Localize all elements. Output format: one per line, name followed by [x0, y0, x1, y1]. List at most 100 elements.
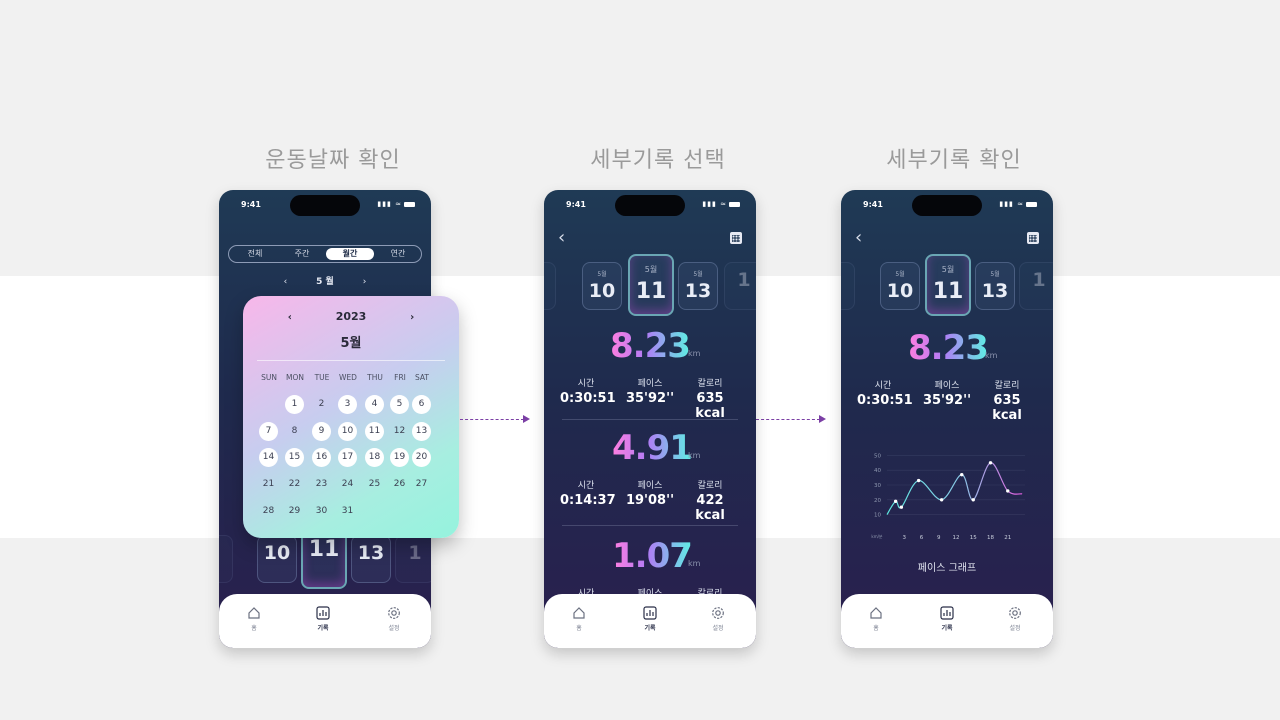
- calendar-icon[interactable]: [1027, 232, 1039, 244]
- calendar-day[interactable]: 9: [312, 422, 331, 441]
- calendar-day[interactable]: 29: [285, 502, 304, 521]
- pace-chart: 10 20 30 40 50 km/분 3 6 9 12 15 18 21: [871, 453, 1025, 541]
- calendar-day[interactable]: 6: [412, 395, 431, 414]
- date-card[interactable]: 1: [724, 262, 756, 310]
- date-card[interactable]: 5월 13: [678, 262, 718, 310]
- period-segmented-control: 전체 주간 월간 연간: [228, 245, 422, 263]
- x-tick-label: 6: [920, 535, 924, 541]
- stat-calories: 칼로리 635 kcal: [695, 379, 725, 421]
- chart-icon: [316, 606, 330, 620]
- segment-weekly[interactable]: 주간: [278, 248, 326, 260]
- y-tick-label: 30: [874, 483, 881, 489]
- calendar-day[interactable]: 5: [390, 395, 409, 414]
- year-label: 2023: [335, 310, 367, 323]
- gear-icon: [388, 607, 400, 619]
- next-month-button[interactable]: ›: [363, 277, 367, 287]
- back-chevron-icon[interactable]: ‹: [855, 229, 869, 247]
- section-title-3: 세부기록 확인: [886, 148, 1022, 173]
- nav-home[interactable]: 홈: [234, 606, 274, 632]
- calendar-day[interactable]: 19: [390, 448, 409, 467]
- record-distance[interactable]: 4.91: [612, 428, 693, 468]
- nav-settings[interactable]: 설정: [374, 606, 414, 632]
- stat-pace: 페이스 35'92'': [625, 379, 675, 406]
- divider: [562, 525, 738, 526]
- back-chevron-icon[interactable]: ‹: [558, 229, 572, 247]
- calendar-month-label: 5월: [340, 336, 362, 351]
- calendar-day[interactable]: 4: [365, 395, 384, 414]
- nav-record[interactable]: 기록: [630, 606, 670, 632]
- calendar-day[interactable]: 2: [312, 395, 331, 414]
- date-card[interactable]: 5월 10: [582, 262, 622, 310]
- pace-data-point: [916, 478, 921, 483]
- nav-home[interactable]: 홈: [559, 606, 599, 632]
- calendar-day[interactable]: 10: [338, 422, 357, 441]
- calendar-day[interactable]: 17: [338, 448, 357, 467]
- nav-record[interactable]: 기록: [303, 606, 343, 632]
- segment-all[interactable]: 전체: [231, 248, 279, 260]
- calendar-day[interactable]: 11: [365, 422, 384, 441]
- current-month-label: 5 월: [316, 277, 334, 287]
- date-card[interactable]: 1: [1019, 262, 1053, 310]
- calendar-day[interactable]: 7: [259, 422, 278, 441]
- gear-icon: [1009, 607, 1021, 619]
- pace-data-point: [960, 472, 964, 477]
- calendar-day[interactable]: 21: [259, 475, 278, 494]
- calendar-day[interactable]: 31: [338, 502, 357, 521]
- calendar-day[interactable]: 23: [312, 475, 331, 494]
- home-icon: [870, 607, 882, 619]
- calendar-day[interactable]: 1: [285, 395, 304, 414]
- y-tick-label: 50: [874, 453, 881, 459]
- calendar-icon[interactable]: [730, 232, 742, 244]
- calendar-day[interactable]: 13: [412, 422, 431, 441]
- flow-arrow-head: [523, 415, 530, 423]
- calendar-day[interactable]: 8: [285, 422, 304, 441]
- calendar-day[interactable]: 25: [365, 475, 384, 494]
- date-card[interactable]: 10: [257, 535, 297, 583]
- calendar-day[interactable]: 24: [338, 475, 357, 494]
- pace-data-point: [939, 498, 944, 502]
- next-year-button[interactable]: ›: [410, 312, 414, 323]
- x-tick-label: 12: [953, 535, 960, 541]
- calendar-day[interactable]: 18: [365, 448, 384, 467]
- date-card[interactable]: 1: [395, 535, 431, 583]
- calendar-day[interactable]: 22: [285, 475, 304, 494]
- calendar-day[interactable]: 20: [412, 448, 431, 467]
- calendar-day[interactable]: 30: [312, 502, 331, 521]
- date-card[interactable]: 5월 13: [975, 262, 1015, 310]
- calendar-day[interactable]: 3: [338, 395, 357, 414]
- x-tick-label: 9: [937, 535, 941, 541]
- calendar-day[interactable]: 26: [390, 475, 409, 494]
- date-card[interactable]: 9: [219, 535, 233, 583]
- prev-month-button[interactable]: ‹: [284, 277, 288, 287]
- date-card[interactable]: 9: [841, 262, 855, 310]
- segment-monthly[interactable]: 월간: [326, 248, 374, 260]
- home-icon: [573, 607, 585, 619]
- calendar-day[interactable]: 28: [259, 502, 278, 521]
- calendar-day[interactable]: 16: [312, 448, 331, 467]
- record-distance[interactable]: 8.23: [610, 326, 691, 366]
- date-card-selected[interactable]: 5월 11: [925, 254, 971, 316]
- calendar-day[interactable]: 12: [390, 422, 409, 441]
- weekday-label: THU: [367, 373, 383, 382]
- nav-record[interactable]: 기록: [927, 606, 967, 632]
- x-tick-label: 21: [1004, 535, 1011, 541]
- date-card[interactable]: 9: [544, 262, 556, 310]
- calendar-day[interactable]: 15: [285, 448, 304, 467]
- date-card[interactable]: 13: [351, 535, 391, 583]
- date-card-selected[interactable]: 5월 11: [628, 254, 674, 316]
- battery-icon: [1026, 201, 1037, 207]
- record-distance[interactable]: 1.07: [612, 536, 693, 576]
- distance-unit: km: [688, 451, 701, 460]
- date-card[interactable]: 5월 10: [880, 262, 920, 310]
- segment-yearly[interactable]: 연간: [374, 248, 422, 260]
- nav-home[interactable]: 홈: [856, 606, 896, 632]
- nav-settings[interactable]: 설정: [698, 606, 738, 632]
- x-unit-label: km/분: [871, 534, 883, 539]
- calendar-day[interactable]: 27: [412, 475, 431, 494]
- bottom-nav: 홈 기록 설정: [841, 594, 1053, 648]
- calendar-day[interactable]: 14: [259, 448, 278, 467]
- y-tick-label: 40: [874, 468, 881, 474]
- nav-settings[interactable]: 설정: [995, 606, 1035, 632]
- stat-time: 시간 0:30:51: [560, 379, 616, 406]
- prev-year-button[interactable]: ‹: [288, 312, 292, 323]
